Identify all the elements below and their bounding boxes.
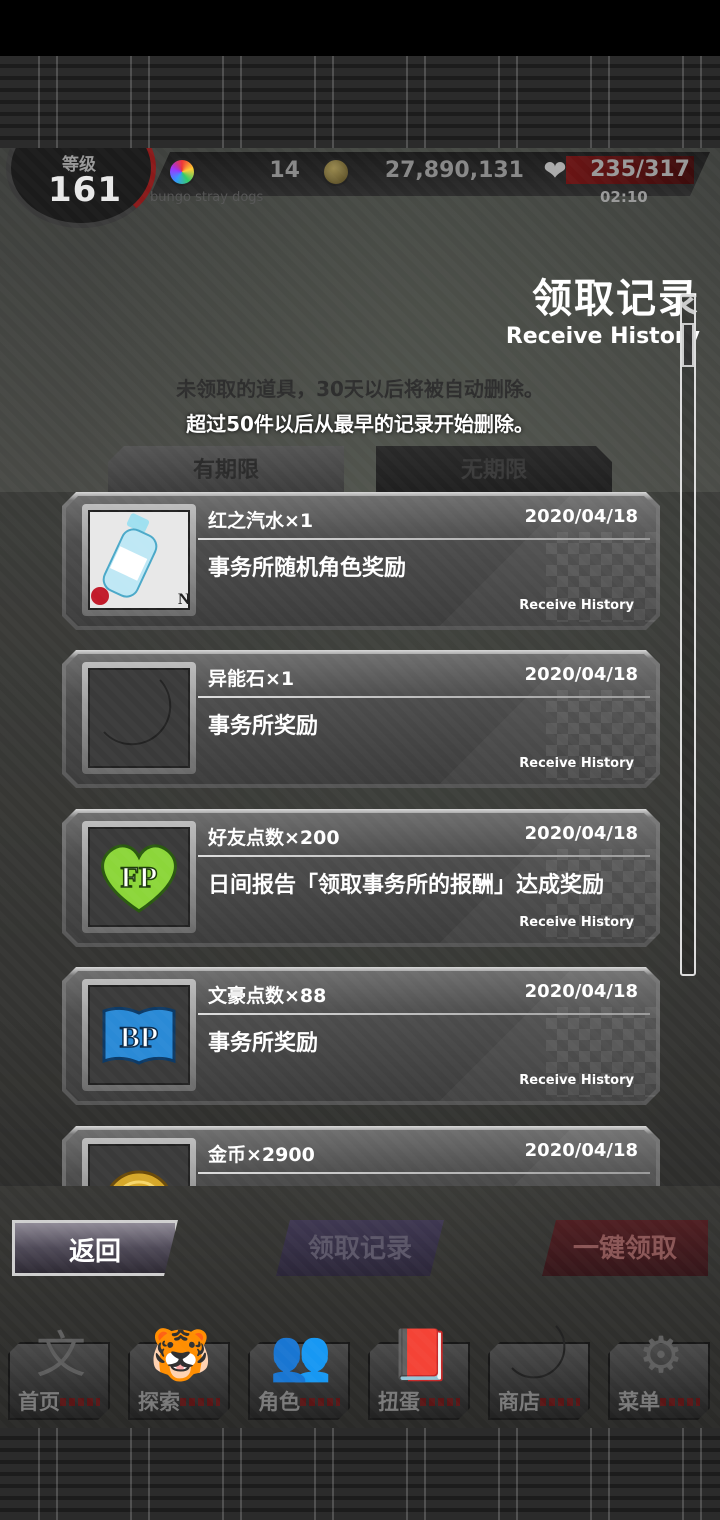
svg-text:FP: FP xyxy=(121,861,158,894)
page-title: 领取记录 xyxy=(532,276,700,322)
bungo-point-icon: BP xyxy=(90,987,188,1083)
gacha-icon: 📕 xyxy=(389,1326,453,1384)
thumb-frame xyxy=(88,1144,190,1186)
record-card: N 红之汽水×1 2020/04/18 事务所随机角色奖励 Receive Hi… xyxy=(62,492,660,630)
card-divider xyxy=(198,855,650,857)
svg-text:BP: BP xyxy=(120,1021,158,1054)
hud-subtitle: bungo stray dogs xyxy=(150,190,264,205)
level-value: 161 xyxy=(48,170,122,210)
record-item-name: 异能石×1 xyxy=(208,668,295,690)
record-date: 2020/04/18 xyxy=(524,981,638,1002)
notice-expiry: 未领取的道具，30天以后将被自动删除。 xyxy=(176,377,544,401)
shop-moon-icon xyxy=(511,1325,566,1379)
nav-home[interactable]: 文 首页 xyxy=(8,1322,110,1422)
nav-shop[interactable]: 商店 xyxy=(488,1322,590,1422)
scrollbar-track[interactable] xyxy=(680,294,696,976)
record-card: BP 文豪点数×88 2020/04/18 事务所奖励 Receive Hist… xyxy=(62,967,660,1105)
nav-label: 探索 xyxy=(138,1390,180,1414)
item-thumbnail: N xyxy=(82,504,196,616)
item-thumbnail xyxy=(82,1138,196,1186)
record-card: 金币×2900 2020/04/18 xyxy=(62,1126,660,1186)
thumb-frame: FP xyxy=(88,827,190,927)
receive-history-button[interactable]: 领取记录 xyxy=(276,1220,444,1276)
nav-explore[interactable]: 🐯 探索 xyxy=(128,1322,230,1422)
heart-icon: ❤ xyxy=(543,154,567,187)
record-date: 2020/04/18 xyxy=(524,823,638,844)
item-thumbnail: FP xyxy=(82,821,196,933)
stone-count: 14 xyxy=(269,158,300,183)
nav-decoration xyxy=(420,1398,460,1406)
record-card: FP 好友点数×200 2020/04/18 日间报告「领取事务所的报酬」达成奖… xyxy=(62,809,660,947)
record-item-name: 文豪点数×88 xyxy=(208,985,327,1007)
shop-icon xyxy=(506,1322,576,1388)
thumb-frame: N xyxy=(88,510,190,610)
scrollbar-thumb[interactable] xyxy=(682,323,694,367)
player-hud: 等级 161 14 27,890,131 ❤ 235/317 02:10 bun… xyxy=(0,148,720,228)
record-item-name: 好友点数×200 xyxy=(208,827,340,849)
gold-coin-icon xyxy=(90,1146,188,1186)
game-stage: 等级 161 14 27,890,131 ❤ 235/317 02:10 bun… xyxy=(0,148,720,1428)
tab-unlimited[interactable]: 无期限 xyxy=(376,446,612,494)
record-date: 2020/04/18 xyxy=(524,1140,638,1161)
ability-stone-icon xyxy=(90,670,188,766)
record-tag: Receive History xyxy=(519,915,634,930)
item-thumbnail xyxy=(82,662,196,774)
coin-count: 27,890,131 xyxy=(384,158,524,183)
thumb-frame xyxy=(88,668,190,768)
bottom-nav: 文 首页 🐯 探索 👥 角色 📕 扭蛋 商店 ⚙ 菜单 xyxy=(0,1314,720,1428)
record-card: 异能石×1 2020/04/18 事务所奖励 Receive History xyxy=(62,650,660,788)
record-source: 事务所随机角色奖励 xyxy=(208,556,407,581)
card-divider xyxy=(198,1172,650,1174)
nav-decoration xyxy=(180,1398,220,1406)
record-source: 事务所奖励 xyxy=(208,714,319,739)
stamina-value: 235/317 xyxy=(590,157,690,182)
record-source: 日间报告「领取事务所的报酬」达成奖励 xyxy=(208,873,605,898)
notice-limit: 超过50件以后从最早的记录开始删除。 xyxy=(186,412,534,436)
card-divider xyxy=(198,696,650,698)
record-date: 2020/04/18 xyxy=(524,506,638,527)
record-item-name: 金币×2900 xyxy=(208,1144,315,1166)
nav-label: 商店 xyxy=(498,1390,540,1414)
explore-icon: 🐯 xyxy=(149,1326,213,1384)
bottom-decorative-band xyxy=(0,1428,720,1520)
card-divider xyxy=(198,1013,650,1015)
nav-label: 扭蛋 xyxy=(378,1390,420,1414)
nav-decoration xyxy=(540,1398,580,1406)
item-thumbnail: BP xyxy=(82,979,196,1091)
record-date: 2020/04/18 xyxy=(524,664,638,685)
record-item-name: 红之汽水×1 xyxy=(208,510,314,532)
system-status-bar xyxy=(0,0,720,56)
nav-characters[interactable]: 👥 角色 xyxy=(248,1322,350,1422)
card-divider xyxy=(198,538,650,540)
claim-all-button[interactable]: 一键领取 xyxy=(542,1220,708,1276)
record-tag: Receive History xyxy=(519,756,634,771)
nav-label: 菜单 xyxy=(618,1390,660,1414)
nav-decoration xyxy=(300,1398,340,1406)
ability-stone-icon xyxy=(168,158,196,186)
record-tag: Receive History xyxy=(519,1073,634,1088)
stamina-timer: 02:10 xyxy=(600,188,648,206)
top-decorative-band xyxy=(0,56,720,148)
home-icon: 文 xyxy=(36,1326,86,1384)
menu-gear-icon: ⚙ xyxy=(638,1326,684,1384)
tab-limited[interactable]: 有期限 xyxy=(108,446,344,494)
svg-text:N: N xyxy=(178,591,188,608)
thumb-frame: BP xyxy=(88,985,190,1085)
gold-coin-icon xyxy=(322,158,350,186)
record-tag: Receive History xyxy=(519,598,634,613)
nav-decoration xyxy=(660,1398,700,1406)
record-source: 事务所奖励 xyxy=(208,1031,319,1056)
friend-point-icon: FP xyxy=(90,829,188,925)
red-soda-icon: N xyxy=(90,512,188,608)
page-subtitle: Receive History xyxy=(505,324,700,349)
record-list[interactable]: N 红之汽水×1 2020/04/18 事务所随机角色奖励 Receive Hi… xyxy=(0,492,720,1186)
nav-decoration xyxy=(60,1398,100,1406)
characters-icon: 👥 xyxy=(269,1326,333,1384)
nav-menu[interactable]: ⚙ 菜单 xyxy=(608,1322,710,1422)
nav-gacha[interactable]: 📕 扭蛋 xyxy=(368,1322,470,1422)
nav-label: 角色 xyxy=(258,1390,300,1414)
back-button[interactable]: 返回 xyxy=(12,1220,178,1276)
nav-label: 首页 xyxy=(18,1390,60,1414)
